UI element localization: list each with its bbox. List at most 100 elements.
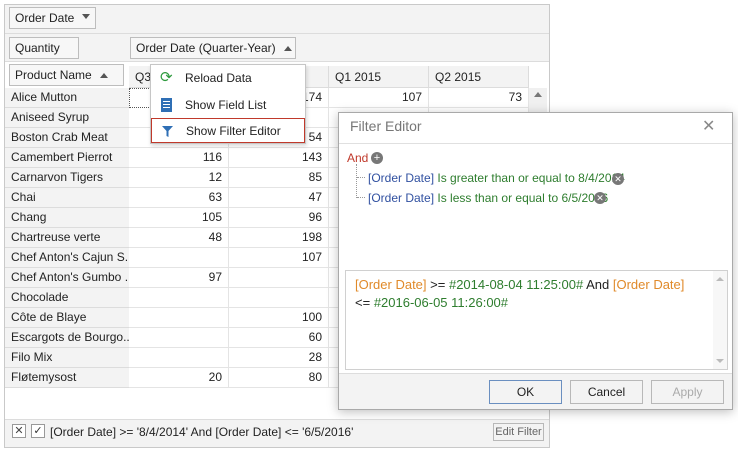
- clear-filter-icon[interactable]: ✕: [12, 424, 26, 438]
- remove-condition-icon[interactable]: ✕: [612, 173, 624, 185]
- row-header[interactable]: Chef Anton's Cajun S...: [5, 248, 129, 268]
- row-header[interactable]: Côte de Blaye: [5, 308, 129, 328]
- filter-field-label: Order Date: [15, 11, 75, 25]
- condition-operator[interactable]: Is greater than or equal to: [437, 171, 574, 185]
- group-operator[interactable]: And: [347, 151, 368, 165]
- row-header[interactable]: Chai: [5, 188, 129, 208]
- data-cell[interactable]: 85: [229, 168, 329, 188]
- cancel-button[interactable]: Cancel: [570, 380, 643, 404]
- column-header-label: Q2 2015: [435, 70, 482, 84]
- tree-line: [356, 164, 357, 198]
- sort-ascending-icon: [283, 46, 292, 52]
- row-header[interactable]: Boston Crab Meat: [5, 128, 129, 148]
- row-header[interactable]: Aniseed Syrup: [5, 108, 129, 128]
- context-menu: ⟳ Reload Data Show Field List Show Filte…: [150, 64, 306, 144]
- filter-dropdown-icon[interactable]: [82, 14, 91, 20]
- data-cell[interactable]: 60: [229, 328, 329, 348]
- data-cell[interactable]: 198: [229, 228, 329, 248]
- data-cell[interactable]: [129, 328, 229, 348]
- row-header[interactable]: Filo Mix: [5, 348, 129, 368]
- expr-operator: >=: [430, 277, 446, 292]
- expr-field: [Order Date]: [612, 277, 685, 292]
- ok-button[interactable]: OK: [489, 380, 562, 404]
- row-field-product-name[interactable]: Product Name: [9, 64, 124, 86]
- column-field-label: Order Date (Quarter-Year): [136, 41, 276, 55]
- data-cell[interactable]: 100: [229, 308, 329, 328]
- menu-item-label: Show Field List: [185, 98, 267, 112]
- filter-icon: [162, 126, 173, 137]
- menu-item-reload-data[interactable]: ⟳ Reload Data: [151, 66, 305, 90]
- row-header[interactable]: Camembert Pierrot: [5, 148, 129, 168]
- data-cell[interactable]: [229, 268, 329, 288]
- add-condition-icon[interactable]: +: [371, 152, 383, 164]
- data-cell[interactable]: 80: [229, 368, 329, 388]
- apply-button[interactable]: Apply: [651, 380, 724, 404]
- data-cell[interactable]: 116: [129, 148, 229, 168]
- data-cell[interactable]: 107: [329, 88, 429, 108]
- condition-operator[interactable]: Is less than or equal to: [437, 191, 558, 205]
- expr-field: [Order Date]: [355, 277, 427, 292]
- condition-field[interactable]: [Order Date]: [368, 171, 434, 185]
- data-cell[interactable]: [129, 248, 229, 268]
- filter-condition-1: [Order Date] Is greater than or equal to…: [368, 171, 625, 185]
- data-cell[interactable]: 48: [129, 228, 229, 248]
- menu-item-label: Show Filter Editor: [186, 124, 281, 138]
- row-header[interactable]: Carnarvon Tigers: [5, 168, 129, 188]
- data-cell[interactable]: 107: [229, 248, 329, 268]
- data-cell[interactable]: 63: [129, 188, 229, 208]
- row-field-label: Product Name: [15, 68, 92, 82]
- scroll-up-icon[interactable]: [534, 92, 542, 97]
- data-cell[interactable]: 143: [229, 148, 329, 168]
- data-cell[interactable]: 105: [129, 208, 229, 228]
- dialog-title: Filter Editor: [350, 118, 422, 134]
- scroll-down-icon[interactable]: [716, 359, 724, 363]
- data-cell[interactable]: [129, 288, 229, 308]
- row-header[interactable]: Fløtemysost: [5, 368, 129, 388]
- data-cell[interactable]: [129, 308, 229, 328]
- filter-status-text: [Order Date] >= '8/4/2014' And [Order Da…: [50, 425, 354, 439]
- column-header-q2-2015[interactable]: Q2 2015: [429, 66, 529, 88]
- data-cell[interactable]: 96: [229, 208, 329, 228]
- data-cell[interactable]: [129, 348, 229, 368]
- tree-line: [357, 177, 365, 178]
- expr-value: #2016-06-05 11:26:00#: [373, 295, 509, 310]
- edit-filter-button[interactable]: Edit Filter: [493, 423, 544, 441]
- column-field-order-date-quarter[interactable]: Order Date (Quarter-Year): [130, 37, 296, 59]
- column-header-label: Q3: [135, 70, 152, 84]
- data-cell[interactable]: 73: [429, 88, 529, 108]
- tree-line: [357, 197, 365, 198]
- data-cell[interactable]: 28: [229, 348, 329, 368]
- row-header[interactable]: Chef Anton's Gumbo ...: [5, 268, 129, 288]
- column-header-q1-2015[interactable]: Q1 2015: [329, 66, 429, 88]
- menu-item-show-filter-editor[interactable]: Show Filter Editor: [151, 118, 305, 143]
- sort-ascending-icon: [99, 73, 108, 79]
- filter-enabled-checkbox[interactable]: ✓: [31, 424, 45, 438]
- menu-item-label: Reload Data: [185, 71, 252, 85]
- row-header[interactable]: Escargots de Bourgo...: [5, 328, 129, 348]
- filter-condition-2: [Order Date] Is less than or equal to 6/…: [368, 191, 608, 205]
- expression-scrollbar[interactable]: [713, 271, 727, 369]
- data-cell[interactable]: 20: [129, 368, 229, 388]
- field-list-icon: [161, 98, 172, 112]
- data-cell[interactable]: 12: [129, 168, 229, 188]
- scroll-up-icon[interactable]: [716, 277, 724, 281]
- expression-text: [Order Date] >= #2014-08-04 11:25:00# An…: [355, 276, 705, 312]
- row-header[interactable]: Alice Mutton: [5, 88, 129, 108]
- row-header[interactable]: Chang: [5, 208, 129, 228]
- row-header[interactable]: Chocolade: [5, 288, 129, 308]
- data-field-label: Quantity: [15, 41, 60, 55]
- data-cell[interactable]: 97: [129, 268, 229, 288]
- expr-operator: <=: [355, 295, 371, 310]
- condition-field[interactable]: [Order Date]: [368, 191, 434, 205]
- menu-item-show-field-list[interactable]: Show Field List: [151, 93, 305, 117]
- refresh-icon: ⟳: [160, 69, 173, 86]
- close-icon[interactable]: ✕: [702, 116, 715, 136]
- data-cell[interactable]: 47: [229, 188, 329, 208]
- filter-field-order-date[interactable]: Order Date: [9, 7, 97, 29]
- row-header[interactable]: Chartreuse verte: [5, 228, 129, 248]
- data-field-quantity[interactable]: Quantity: [9, 37, 79, 59]
- remove-condition-icon[interactable]: ✕: [594, 192, 606, 204]
- column-header-label: Q1 2015: [335, 70, 382, 84]
- data-cell[interactable]: [229, 288, 329, 308]
- expr-value: #2014-08-04 11:25:00#: [448, 277, 584, 292]
